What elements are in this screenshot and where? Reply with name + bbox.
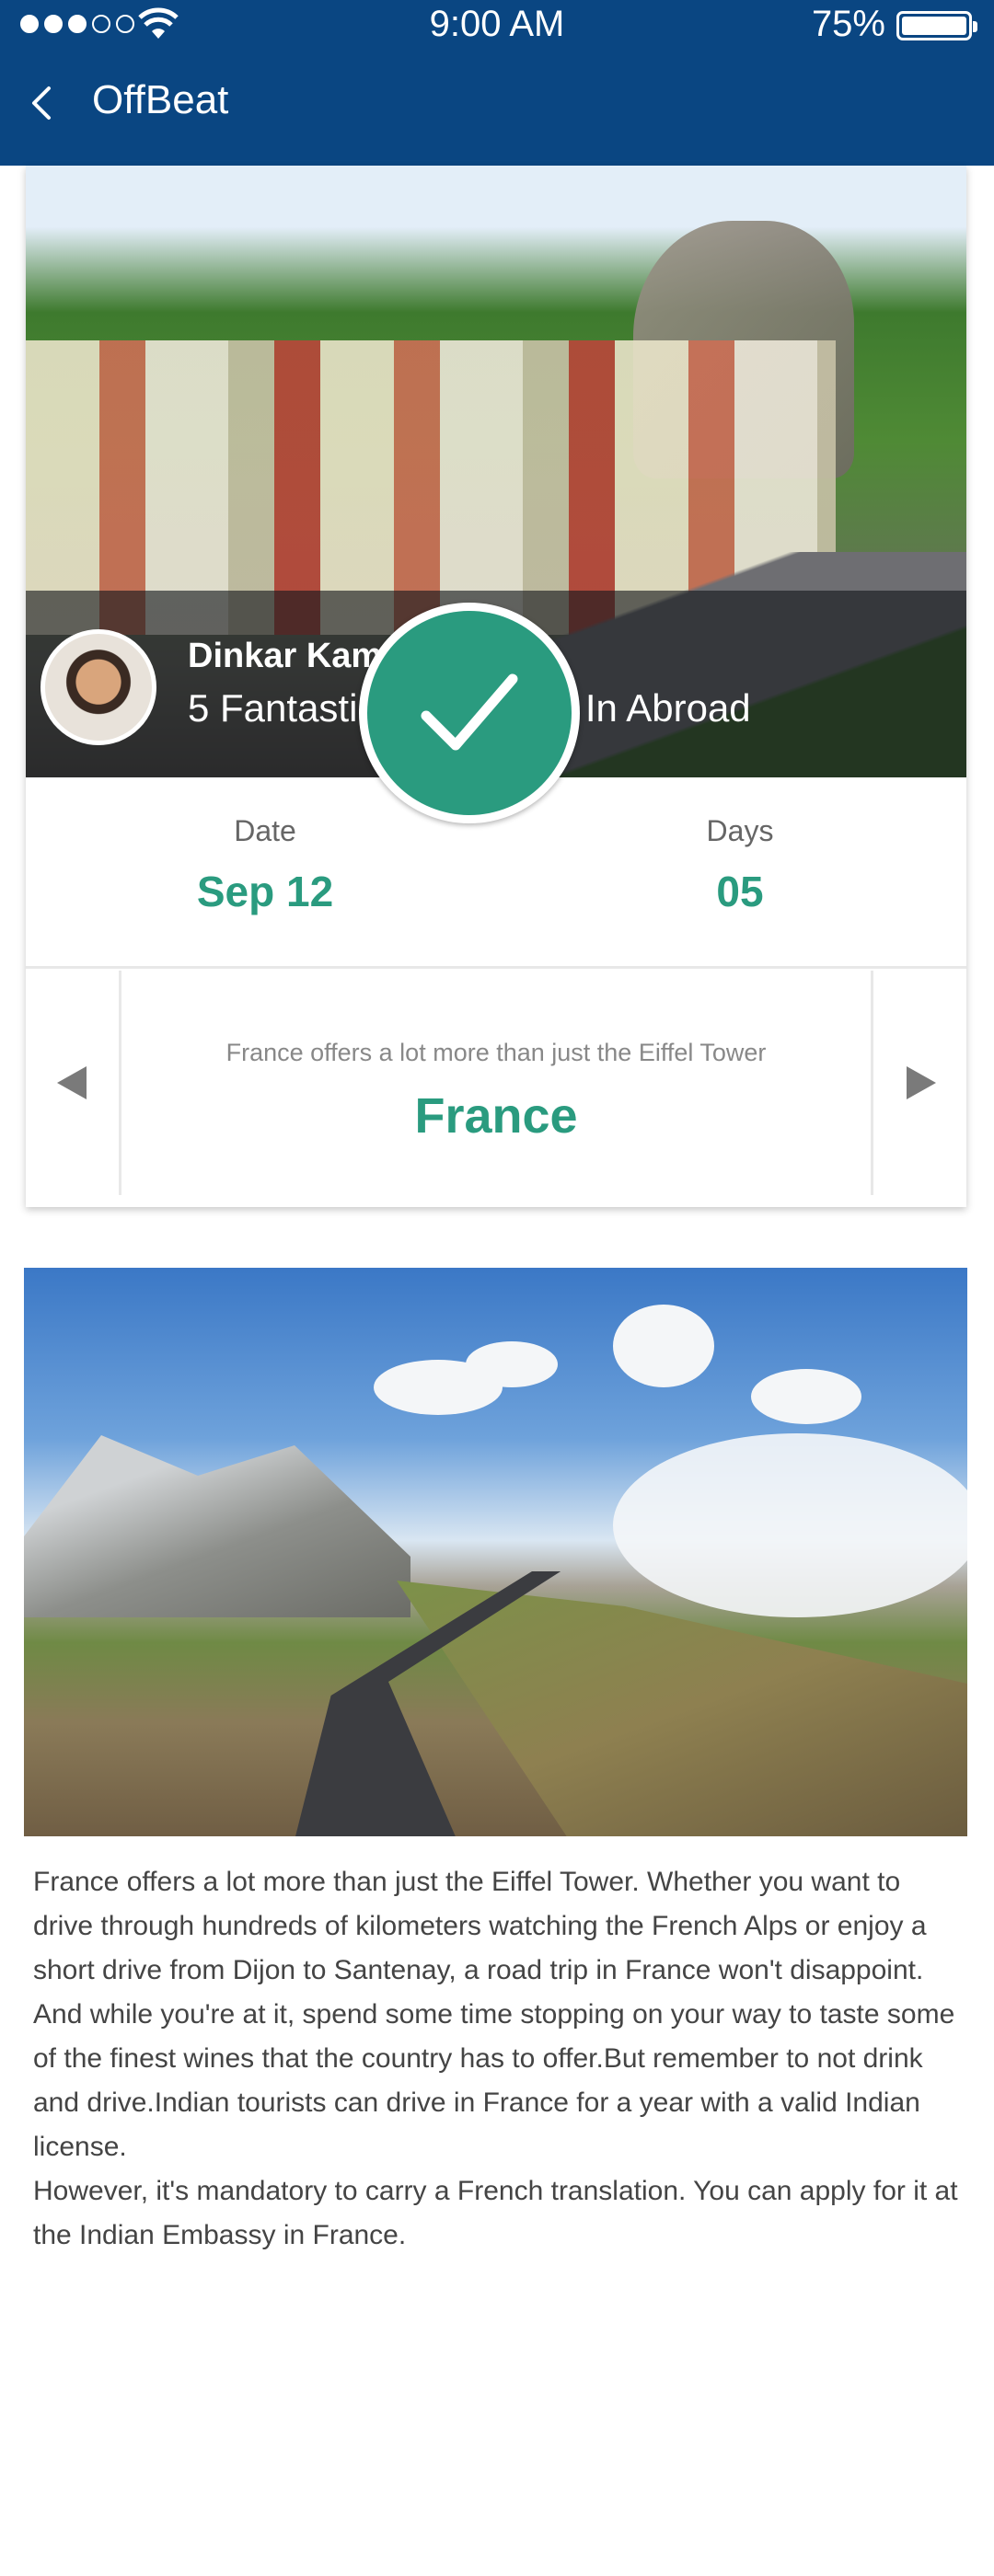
battery-icon [896, 11, 977, 40]
article-paragraph: However, it's mandatory to carry a Frenc… [33, 2176, 958, 2250]
date-block: Date Sep 12 [127, 777, 403, 916]
next-country-button[interactable] [871, 971, 966, 1195]
status-bar: 9:00 AM 75% [0, 0, 994, 53]
author-avatar[interactable] [40, 629, 156, 745]
date-label: Date [234, 814, 296, 847]
country-selector: France offers a lot more than just the E… [26, 971, 966, 1195]
country-subtitle: France offers a lot more than just the E… [225, 1039, 767, 1066]
date-value: Sep 12 [196, 868, 334, 915]
previous-country-button[interactable] [26, 971, 121, 1195]
article-body: France offers a lot more than just the E… [33, 1860, 963, 2258]
days-value: 05 [716, 868, 764, 915]
navigation-bar: OffBeat [0, 64, 994, 147]
article-paragraph: France offers a lot more than just the E… [33, 1867, 927, 1985]
days-block: Days 05 [602, 777, 878, 916]
article-paragraph: And while you're at it, spend some time … [33, 1999, 955, 2162]
chevron-left-icon [32, 86, 51, 120]
country-name: France [414, 1088, 578, 1144]
days-label: Days [706, 814, 774, 847]
back-button[interactable] [15, 75, 70, 131]
triangle-left-icon [56, 1066, 87, 1099]
top-bar: 9:00 AM 75% OffBeat [0, 0, 994, 166]
mountain-road-image [24, 1268, 967, 1836]
country-info: France offers a lot more than just the E… [121, 971, 871, 1195]
page-title: OffBeat [92, 77, 229, 122]
checkmark-icon [421, 673, 518, 751]
triangle-right-icon [906, 1066, 936, 1099]
battery-percentage: 75% [811, 4, 885, 44]
checkmark-button[interactable] [359, 603, 580, 823]
